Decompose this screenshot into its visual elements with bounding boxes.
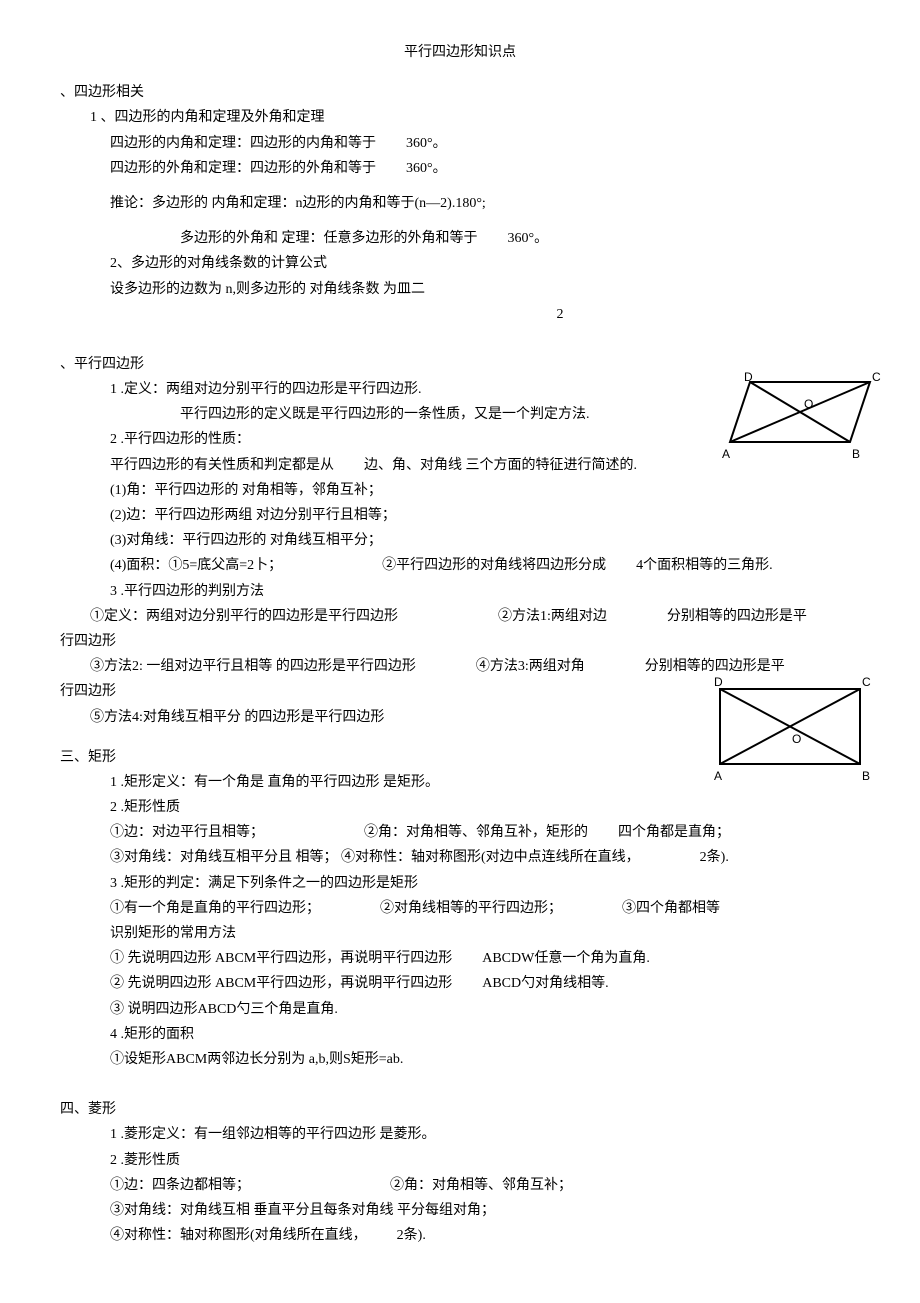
s3-l3a: ①边：对边平行且相等； (110, 825, 264, 840)
s1-item1-l1v: 360°。 (406, 136, 447, 151)
s3-l5: 3 .矩形的判定：满足下列条件之一的四边形是矩形 (60, 871, 860, 896)
s1-item1-l4: 多边形的外角和 定理：任意多边形的外角和等于 (180, 231, 478, 246)
s2-l3: 平行四边形的有关性质和判定都是从 (110, 458, 334, 473)
s2-l9b: ②方法1:两组对边 (498, 609, 607, 624)
s4-l4: ③对角线：对角线互相 垂直平分且每条对角线 平分每组对角； (60, 1198, 860, 1223)
s1-item1-l3: 推论：多边形的 内角和定理：n边形的内角和等于(n—2).180°; (60, 191, 860, 216)
document-title: 平行四边形知识点 (60, 40, 860, 65)
s3-l8b: ABCDW任意一个角为直角. (482, 951, 650, 966)
s2-l11b: ④方法3:两组对角 (476, 659, 585, 674)
s4-l3a: ①边：四条边都相等； (110, 1178, 250, 1193)
s1-item2-title: 2、多边形的对角线条数的计算公式 (60, 251, 860, 276)
s2-l9a: ①定义：两组对边分别平行的四边形是平行四边形 (90, 609, 398, 624)
section-quadrilateral: 、四边形相关 1 、四边形的内角和定理及外角和定理 四边形的内角和定理：四边形的… (60, 80, 860, 327)
s2-l7b: ②平行四边形的对角线将四边形分成 (382, 558, 606, 573)
s4-l5b: 2条). (397, 1228, 426, 1243)
fig2-D: D (714, 672, 723, 694)
fig2-B: B (862, 766, 870, 788)
fig2-C: C (862, 672, 871, 694)
s1-item1-l2: 四边形的外角和定理：四边形的外角和等于 (110, 161, 376, 176)
s2-l5: (2)边：平行四边形两组 对边分别平行且相等； (60, 503, 860, 528)
s1-item2-l1: 设多边形的边数为 n,则多边形的 对角线条数 为皿二 (60, 277, 860, 302)
section-parallelogram: 、平行四边形 D C A B O 1 .定义：两组对边分别平行的四边形是平行四边… (60, 352, 860, 1072)
s1-item1-l2v: 360°。 (406, 161, 447, 176)
fig1-B: B (852, 444, 860, 466)
fig1-C: C (872, 367, 881, 389)
s2-l7c: 4个面积相等的三角形. (636, 558, 773, 573)
s3-l3b: ②角：对角相等、邻角互补，矩形的 (364, 825, 588, 840)
section-rhombus: 四、菱形 1 .菱形定义：有一组邻边相等的平行四边形 是菱形。 2 .菱形性质 … (60, 1097, 860, 1248)
s2-l11a: ③方法2: 一组对边平行且相等 的四边形是平行四边形 (90, 659, 416, 674)
s3-l7: 识别矩形的常用方法 (60, 921, 860, 946)
s3-l4a: ③对角线：对角线互相平分且 相等； ④对称性：轴对称图形(对边中点连线所在直线， (110, 850, 640, 865)
s4-l5a: ④对称性：轴对称图形(对角线所在直线， (110, 1228, 367, 1243)
s1-item2-frac: 2 (60, 302, 860, 327)
s3-l10: ③ 说明四边形ABCD勺三个角是直角. (60, 997, 860, 1022)
s1-item1-title: 1 、四边形的内角和定理及外角和定理 (60, 105, 860, 130)
s3-l12: ①设矩形ABCM两邻边长分别为 a,b,则S矩形=ab. (60, 1047, 860, 1072)
s3-l6c: ③四个角都相等 (622, 901, 720, 916)
s1-item1-l1: 四边形的内角和定理：四边形的内角和等于 (110, 136, 376, 151)
s3-l6b: ②对角线相等的平行四边形； (380, 901, 562, 916)
s2-l3b: 边、角、对角线 三个方面的特征进行简述的. (364, 458, 637, 473)
s4-l3b: ②角：对角相等、邻角互补； (390, 1178, 572, 1193)
s4-l2: 2 .菱形性质 (60, 1148, 860, 1173)
fig1-O: O (804, 394, 813, 416)
s2-l8: 3 .平行四边形的判别方法 (60, 579, 860, 604)
s3-l4b: 2条). (700, 850, 729, 865)
s2-l4: (1)角：平行四边形的 对角相等，邻角互补； (60, 478, 860, 503)
s3-l3c: 四个角都是直角； (618, 825, 730, 840)
s3-l6a: ①有一个角是直角的平行四边形； (110, 901, 320, 916)
s3-l8a: ① 先说明四边形 ABCM平行四边形，再说明平行四边形 (110, 951, 452, 966)
s3-l11: 4 .矩形的面积 (60, 1022, 860, 1047)
s2-l7a: (4)面积：①5=底父高=2卜； (110, 558, 282, 573)
fig1-D: D (744, 367, 753, 389)
s3-l9a: ② 先说明四边形 ABCM平行四边形，再说明平行四边形 (110, 976, 452, 991)
s4-heading: 四、菱形 (60, 1097, 860, 1122)
fig1-A: A (722, 444, 730, 466)
fig2-O: O (792, 729, 801, 751)
rectangle-figure: D C A B O (700, 674, 880, 779)
s1-heading: 、四边形相关 (60, 80, 860, 105)
parallelogram-figure: D C A B O (700, 362, 880, 462)
s2-l6: (3)对角线：平行四边形的 对角线互相平分； (60, 528, 860, 553)
s1-item1-l4v: 360°。 (508, 231, 549, 246)
s4-l1: 1 .菱形定义：有一组邻边相等的平行四边形 是菱形。 (60, 1122, 860, 1147)
fig2-A: A (714, 766, 722, 788)
s3-l2: 2 .矩形性质 (60, 795, 860, 820)
s3-l9b: ABCD勺对角线相等. (482, 976, 608, 991)
s2-l9c: 分别相等的四边形是平 (667, 609, 807, 624)
s2-l10: 行四边形 (60, 629, 860, 654)
